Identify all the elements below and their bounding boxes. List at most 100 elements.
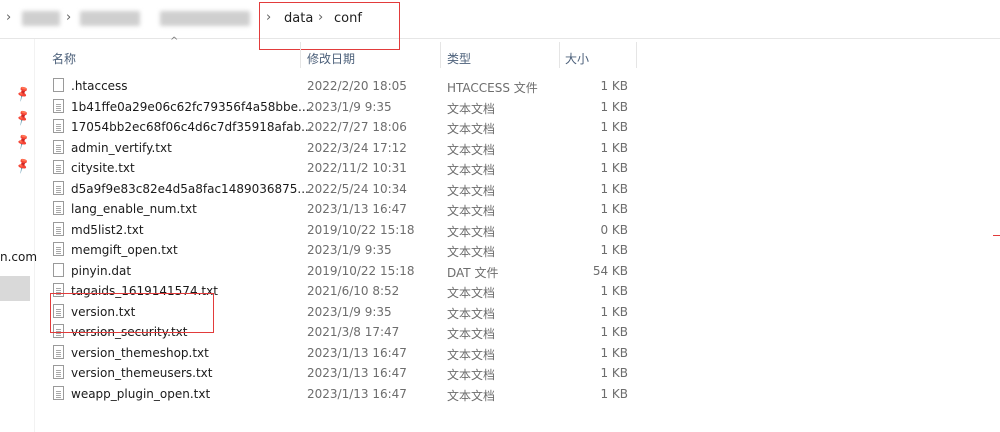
file-row[interactable]: weapp_plugin_open.txt 2023/1/13 16:47 文本文档…	[48, 384, 636, 404]
file-modified-date: 2022/3/24 17:12	[307, 140, 407, 155]
file-row[interactable]: pinyin.dat 2019/10/22 15:18 DAT 文件 54 KB	[48, 261, 636, 281]
blurred-breadcrumb-segment	[80, 11, 140, 26]
pin-icon[interactable]: 📌	[14, 108, 32, 126]
file-size: 1 KB	[600, 202, 628, 216]
file-row[interactable]: 17054bb2ec68f06c4d6c7df35918afab... 2022/…	[48, 117, 636, 137]
file-size: 1 KB	[600, 161, 628, 175]
chevron-right-icon: ›	[66, 10, 72, 25]
file-modified-date: 2019/10/22 15:18	[307, 263, 415, 278]
blurred-breadcrumb-segment	[160, 11, 250, 26]
text-file-icon	[53, 139, 64, 154]
chevron-right-icon[interactable]: ›	[6, 10, 11, 25]
file-modified-date: 2021/3/8 17:47	[307, 325, 400, 339]
file-row[interactable]: memgift_open.txt 2023/1/9 9:35 文本文档 1 KB	[48, 240, 636, 260]
file-size: 1 KB	[600, 140, 628, 155]
column-header-name[interactable]: 名称	[48, 38, 300, 70]
file-type: DAT 文件	[447, 265, 499, 280]
text-file-icon	[53, 160, 64, 174]
column-label: 类型	[447, 52, 472, 66]
file-modified-date: 2022/5/24 10:34	[307, 181, 407, 196]
text-file-icon	[53, 98, 64, 113]
file-row[interactable]: admin_vertify.txt 2022/3/24 17:12 文本文档 1 KB	[48, 138, 636, 158]
file-name: 17054bb2ec68f06c4d6c7df35918afab...	[71, 120, 313, 134]
annotation-mark	[993, 235, 1000, 236]
file-name: weapp_plugin_open.txt	[71, 386, 211, 401]
file-size: 1 KB	[600, 325, 628, 339]
file-size: 1 KB	[600, 99, 628, 114]
file-row[interactable]: .htaccess 2022/2/20 18:05 HTACCESS 文件 1 KB	[48, 76, 636, 96]
file-type: 文本文档	[447, 224, 496, 239]
column-label: 修改日期	[307, 52, 356, 66]
file-modified-date: 2023/1/13 16:47	[307, 202, 407, 216]
file-modified-date: 2022/11/2 10:31	[307, 161, 407, 175]
file-name: d5a9f9e83c82e4d5a8fac1489036875...	[71, 181, 309, 196]
file-row[interactable]: version_themeshop.txt 2023/1/13 16:47 文本文档…	[48, 343, 636, 363]
text-file-icon	[53, 180, 64, 195]
nav-item-selected[interactable]	[0, 276, 30, 301]
file-size: 1 KB	[600, 181, 628, 196]
file-type: HTACCESS 文件	[447, 81, 538, 95]
file-modified-date: 2023/1/13 16:47	[307, 366, 407, 380]
file-size: 1 KB	[600, 304, 628, 319]
blurred-breadcrumb-segment	[22, 11, 60, 26]
file-modified-date: 2023/1/9 9:35	[307, 99, 392, 114]
file-modified-date: 2021/6/10 8:52	[307, 284, 400, 298]
file-type: 文本文档	[447, 142, 496, 157]
file-name: memgift_open.txt	[71, 243, 178, 257]
file-name: 1b41ffe0a29e06c62fc79356f4a58bbe....	[71, 99, 314, 114]
file-type: 文本文档	[447, 306, 496, 321]
text-file-icon	[53, 242, 64, 256]
text-file-icon	[53, 201, 64, 215]
file-size: 1 KB	[600, 345, 628, 360]
text-file-icon	[53, 119, 64, 133]
column-label: 名称	[52, 52, 77, 66]
file-modified-date: 2023/1/13 16:47	[307, 386, 407, 401]
file-row[interactable]: md5list2.txt 2019/10/22 15:18 文本文档 0 KB	[48, 220, 636, 240]
file-row[interactable]: d5a9f9e83c82e4d5a8fac1489036875... 2022/5…	[48, 179, 636, 199]
file-row[interactable]: 1b41ffe0a29e06c62fc79356f4a58bbe.... 2023…	[48, 97, 636, 117]
column-header-type[interactable]: 类型	[441, 38, 559, 70]
text-file-icon	[53, 344, 64, 359]
file-size: 0 KB	[600, 222, 628, 237]
column-header-size[interactable]: 大小	[560, 38, 636, 70]
file-row[interactable]: version_themeusers.txt 2023/1/13 16:47 文本文…	[48, 363, 636, 383]
file-size: 1 KB	[600, 243, 628, 257]
file-name: pinyin.dat	[71, 263, 132, 278]
pin-icon[interactable]: 📌	[14, 132, 32, 150]
blank-file-icon	[53, 262, 64, 277]
file-modified-date: 2023/1/9 9:35	[307, 243, 392, 257]
file-type: 文本文档	[447, 368, 496, 382]
column-header-modified[interactable]: 修改日期	[301, 38, 440, 70]
file-type: 文本文档	[447, 388, 496, 403]
text-file-icon	[53, 385, 64, 400]
file-type: 文本文档	[447, 204, 496, 218]
file-modified-date: 2022/2/20 18:05	[307, 79, 407, 93]
file-name: version_themeshop.txt	[71, 345, 209, 360]
navigation-pane[interactable]: 📌 📌 📌 📌	[0, 39, 35, 432]
blank-file-icon	[53, 78, 64, 92]
file-type: 文本文档	[447, 101, 496, 116]
highlight-box-version-file	[50, 293, 214, 333]
file-modified-date: 2019/10/22 15:18	[307, 222, 415, 237]
file-row[interactable]: citysite.txt 2022/11/2 10:31 文本文档 1 KB	[48, 158, 636, 178]
pin-icon[interactable]: 📌	[14, 156, 32, 174]
file-type: 文本文档	[447, 122, 496, 136]
nav-item-partial[interactable]: n.com	[0, 250, 37, 264]
address-bar[interactable]: › › › data › conf	[0, 0, 1000, 39]
file-modified-date: 2023/1/13 16:47	[307, 345, 407, 360]
file-modified-date: 2022/7/27 18:06	[307, 120, 407, 134]
file-name: .htaccess	[71, 79, 128, 93]
file-name: citysite.txt	[71, 161, 135, 175]
file-type: 文本文档	[447, 245, 496, 259]
file-size: 1 KB	[600, 366, 628, 380]
column-label: 大小	[565, 52, 590, 66]
file-type: 文本文档	[447, 347, 496, 362]
file-size: 1 KB	[600, 284, 628, 298]
column-divider[interactable]	[636, 42, 637, 68]
file-name: admin_vertify.txt	[71, 140, 172, 155]
text-file-icon	[53, 221, 64, 236]
file-row[interactable]: lang_enable_num.txt 2023/1/13 16:47 文本文档 1 …	[48, 199, 636, 219]
file-type: 文本文档	[447, 286, 496, 300]
pin-icon[interactable]: 📌	[14, 84, 32, 102]
file-name: md5list2.txt	[71, 222, 144, 237]
